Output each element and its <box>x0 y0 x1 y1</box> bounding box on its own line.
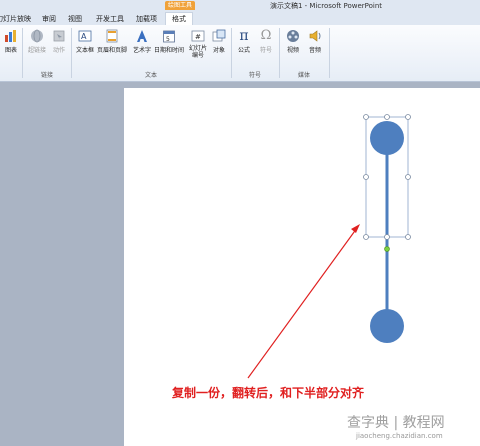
arrow-head <box>351 224 360 233</box>
annotation-arrow <box>247 227 358 379</box>
watermark-text: 查字典 | 教程网 <box>347 415 445 431</box>
watermark-url: jiaocheng.chazidian.com <box>356 432 443 440</box>
bottom-circle-shape[interactable] <box>370 309 404 343</box>
rotation-handle[interactable] <box>384 246 390 252</box>
top-circle-shape[interactable] <box>370 121 404 155</box>
slide-caption: 复制一份，翻转后，和下半部分对齐 <box>172 386 365 400</box>
slide-shapes <box>247 114 411 379</box>
